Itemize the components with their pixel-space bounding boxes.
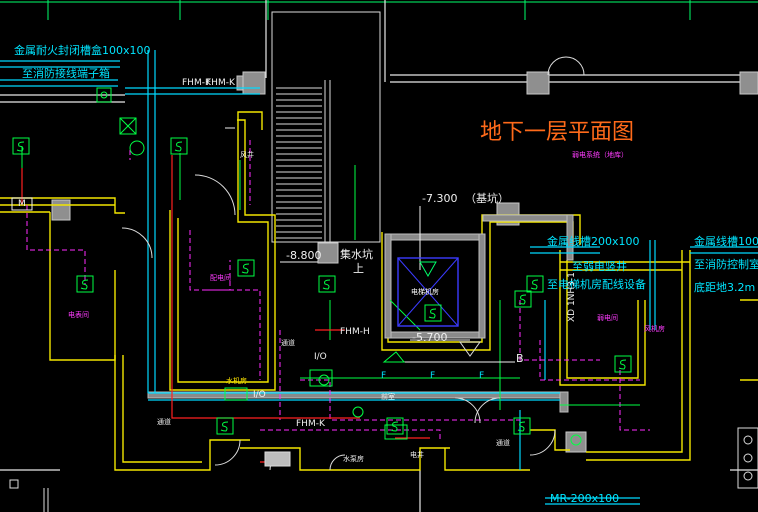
io-label-2: I/O [253, 390, 266, 400]
room-gen: 配电间 [210, 274, 231, 282]
smoke-detector-glyph [618, 359, 627, 370]
xd-box-label: XD 1NH3-1 [567, 272, 577, 322]
power-lines [21, 155, 430, 463]
marker-f-3: F [479, 371, 485, 381]
smoke-detector-glyph [517, 421, 526, 432]
sump-label: 集水坑 [340, 248, 373, 261]
to-pipe-label: 至消防控制室 [694, 258, 758, 271]
smoke-detector-glyph [220, 421, 229, 432]
smoke-detector-glyph [174, 141, 183, 152]
to-weak-label: 至弱电竖井 [572, 260, 627, 273]
smoke-detector-glyph [16, 141, 25, 152]
mr-label: MR-200x100 [550, 492, 620, 505]
up-label: 上 [353, 262, 364, 275]
room-anteroom: 前室 [381, 393, 395, 401]
tray-label-2: 金属线槽200x100 [547, 235, 640, 248]
to-mr-label: 至电梯机房配线设备 [547, 278, 646, 291]
room-elevator: 电梯机房 [411, 288, 439, 296]
drawing-title: 地下一层平面图 [480, 120, 635, 145]
marker-circles [318, 374, 582, 446]
tray-label-1: 金属耐火封闭槽盒100x100 [14, 44, 151, 57]
room-power: 电表间 [68, 311, 89, 319]
room-corridor-2: 通道 [496, 439, 510, 447]
marker-b: B [516, 352, 524, 365]
to-fire-label: 至消防接线端子箱 [22, 67, 110, 80]
marker-f-1: F [381, 371, 387, 381]
io-label-1: I/O [314, 352, 327, 362]
smoke-detector-glyph [428, 308, 437, 319]
smoke-detector-glyph [80, 279, 89, 290]
room-left: 通道 [281, 339, 295, 347]
tray-label-3: 金属线槽100x5 [694, 235, 758, 248]
elevation-880: -8.800 [286, 249, 322, 262]
misc-symbols [11, 87, 408, 440]
smoke-detector-glyph [530, 279, 539, 290]
top-grid-axis [0, 0, 758, 20]
elevation-727: -7.300 [422, 192, 458, 205]
room-shaft: 电井 [410, 451, 424, 459]
marker-f-2: F [430, 371, 436, 381]
depth-label: 底距地3.2m [694, 281, 756, 294]
stair-treads [276, 87, 322, 239]
room-water: 水机房 [226, 377, 247, 385]
room-corridor: 通道 [157, 418, 171, 426]
room-duct: 风机房 [644, 325, 665, 333]
m-box-label: M [18, 199, 26, 209]
room-weak: 弱电间 [597, 314, 618, 322]
outer-walls [0, 0, 758, 512]
smoke-detectors [12, 137, 632, 435]
floor-plan-drawing [0, 0, 758, 512]
elevation-570: -5.700 [412, 331, 448, 344]
fhm-k-label-2: FHM-K [206, 78, 235, 88]
fhm-h-label: FHM-H [340, 327, 370, 337]
yellow-walls [0, 111, 758, 471]
smoke-detector-glyph [241, 263, 250, 274]
fhm-k-label-3: FHM-K [296, 419, 325, 429]
drawing-subtitle: 弱电系统（地库） [572, 151, 628, 159]
base-pit-label: （基坑） [465, 192, 509, 205]
room-pump: 水泵房 [343, 455, 364, 463]
cable-trays [0, 50, 758, 505]
room-vent: 风井 [240, 151, 254, 159]
smoke-detector-glyph [322, 279, 331, 290]
